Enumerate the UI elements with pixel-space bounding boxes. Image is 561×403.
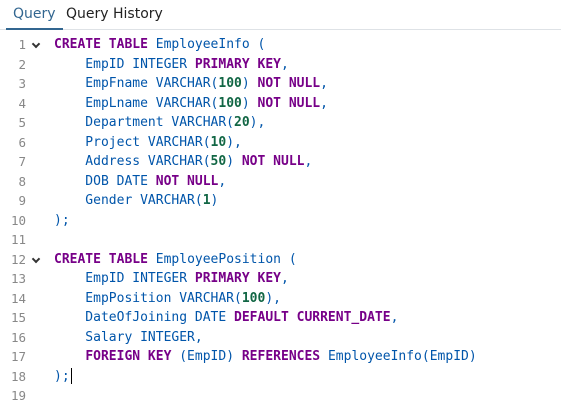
code-text: EmpPosition VARCHAR(100), bbox=[54, 290, 281, 306]
code-text: DateOfJoining DATE DEFAULT CURRENT_DATE, bbox=[54, 310, 399, 325]
code-line[interactable]: 18); bbox=[0, 367, 561, 387]
line-number: 10 bbox=[10, 212, 26, 228]
fold-chevron-icon[interactable] bbox=[31, 254, 41, 263]
line-number: 17 bbox=[10, 349, 26, 364]
code-line[interactable]: 7 Address VARCHAR(50) NOT NULL, bbox=[0, 152, 561, 172]
line-number: 18 bbox=[10, 368, 26, 384]
line-number: 16 bbox=[10, 329, 26, 345]
line-number: 7 bbox=[18, 154, 26, 169]
code-text: DOB DATE NOT NULL, bbox=[54, 173, 227, 189]
line-number: 13 bbox=[10, 271, 26, 286]
code-line[interactable]: 11 bbox=[0, 230, 561, 250]
code-line[interactable]: 14 EmpPosition VARCHAR(100), bbox=[0, 289, 561, 309]
query-tabs: Query Query History bbox=[0, 0, 561, 30]
line-number: 4 bbox=[18, 95, 26, 111]
code-line[interactable]: 9 Gender VARCHAR(1) bbox=[0, 191, 561, 211]
code-line[interactable]: 3 EmpFname VARCHAR(100) NOT NULL, bbox=[0, 74, 561, 94]
line-number: 12 bbox=[10, 251, 26, 267]
code-text: CREATE TABLE EmployeeInfo ( bbox=[54, 37, 266, 52]
fold-chevron-icon[interactable] bbox=[31, 39, 41, 49]
line-number: 3 bbox=[18, 76, 26, 91]
sql-editor[interactable]: 1 CREATE TABLE EmployeeInfo ( 2 EmpID INTE… bbox=[0, 30, 561, 403]
code-line[interactable]: 16 Salary INTEGER, bbox=[0, 328, 561, 348]
line-number: 15 bbox=[10, 310, 26, 325]
code-line[interactable]: 1 CREATE TABLE EmployeeInfo ( bbox=[0, 35, 561, 55]
tab-query[interactable]: Query bbox=[6, 0, 63, 30]
line-number: 11 bbox=[10, 232, 26, 247]
code-text: CREATE TABLE EmployeePosition ( bbox=[54, 251, 297, 267]
text-cursor bbox=[70, 368, 72, 384]
line-number: 8 bbox=[18, 173, 26, 189]
code-line[interactable]: 19 bbox=[0, 386, 561, 403]
code-line[interactable]: 17 FOREIGN KEY (EmpID) REFERENCES Employ… bbox=[0, 347, 561, 367]
line-number: 14 bbox=[10, 290, 26, 306]
line-number: 6 bbox=[18, 134, 26, 150]
code-text: EmpFname VARCHAR(100) NOT NULL, bbox=[54, 76, 328, 91]
code-line[interactable]: 6 Project VARCHAR(10), bbox=[0, 133, 561, 153]
code-text: EmpID INTEGER PRIMARY KEY, bbox=[54, 271, 289, 286]
line-number: 2 bbox=[18, 56, 26, 72]
line-number: 1 bbox=[18, 37, 26, 52]
code-text: ); bbox=[54, 368, 72, 384]
code-line[interactable]: 2 EmpID INTEGER PRIMARY KEY, bbox=[0, 55, 561, 75]
code-text: Department VARCHAR(20), bbox=[54, 115, 266, 130]
code-line[interactable]: 13 EmpID INTEGER PRIMARY KEY, bbox=[0, 269, 561, 289]
code-text: ); bbox=[54, 212, 70, 228]
code-text: Gender VARCHAR(1) bbox=[54, 193, 219, 208]
code-text: EmpLname VARCHAR(100) NOT NULL, bbox=[54, 95, 328, 111]
code-line[interactable]: 5 Department VARCHAR(20), bbox=[0, 113, 561, 133]
code-line[interactable]: 12 CREATE TABLE EmployeePosition ( bbox=[0, 250, 561, 270]
line-number: 19 bbox=[10, 388, 26, 403]
code-text: EmpID INTEGER PRIMARY KEY, bbox=[54, 56, 289, 72]
tab-query-history[interactable]: Query History bbox=[66, 0, 163, 30]
line-number: 9 bbox=[18, 193, 26, 208]
line-number: 5 bbox=[18, 115, 26, 130]
code-line[interactable]: 4 EmpLname VARCHAR(100) NOT NULL, bbox=[0, 94, 561, 114]
code-text: Salary INTEGER, bbox=[54, 329, 203, 345]
code-line[interactable]: 8 DOB DATE NOT NULL, bbox=[0, 172, 561, 192]
code-line[interactable]: 10); bbox=[0, 211, 561, 231]
code-text: Project VARCHAR(10), bbox=[54, 134, 242, 150]
code-text: Address VARCHAR(50) NOT NULL, bbox=[54, 154, 313, 169]
code-text: FOREIGN KEY (EmpID) REFERENCES EmployeeI… bbox=[85, 349, 477, 364]
code-line[interactable]: 15 DateOfJoining DATE DEFAULT CURRENT_DA… bbox=[0, 308, 561, 328]
